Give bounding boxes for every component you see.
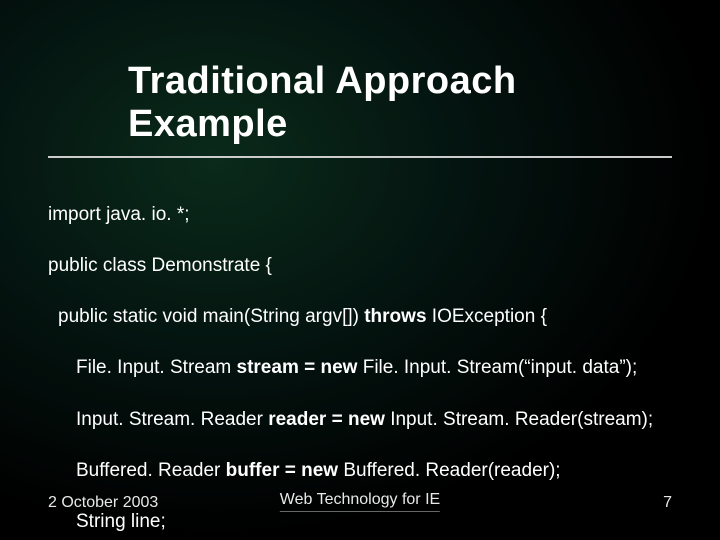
code-line: public class Demonstrate {	[48, 253, 672, 279]
code-text: public static void main(String argv[])	[58, 306, 364, 327]
code-text: File. Input. Stream	[76, 357, 237, 378]
code-text: Buffered. Reader(reader);	[343, 460, 560, 481]
code-line: File. Input. Stream stream = new File. I…	[76, 355, 672, 381]
code-line: Buffered. Reader buffer = new Buffered. …	[76, 458, 672, 484]
slide: Traditional Approach Example import java…	[0, 0, 720, 540]
slide-title: Traditional Approach Example	[128, 60, 672, 146]
code-line: public static void main(String argv[]) t…	[58, 304, 672, 330]
code-bold: stream = new	[237, 357, 363, 378]
code-line: import java. io. *;	[48, 202, 672, 228]
code-line: Input. Stream. Reader reader = new Input…	[76, 407, 672, 433]
code-text: IOException {	[432, 306, 547, 327]
code-text: Buffered. Reader	[76, 460, 226, 481]
title-underline	[48, 156, 672, 158]
footer-date: 2 October 2003	[48, 494, 158, 512]
code-bold: throws	[364, 306, 432, 327]
code-text: File. Input. Stream(“input. data”);	[363, 357, 638, 378]
footer-title: Web Technology for IE	[280, 491, 440, 512]
code-text: Input. Stream. Reader(stream);	[390, 409, 653, 430]
code-bold: buffer = new	[226, 460, 344, 481]
footer-page-number: 7	[663, 494, 672, 512]
code-line: String line;	[76, 509, 672, 535]
code-block: import java. io. *; public class Demonst…	[48, 176, 672, 540]
code-text: Input. Stream. Reader	[76, 409, 268, 430]
slide-footer: 2 October 2003 Web Technology for IE 7	[0, 494, 720, 512]
code-bold: reader = new	[268, 409, 390, 430]
